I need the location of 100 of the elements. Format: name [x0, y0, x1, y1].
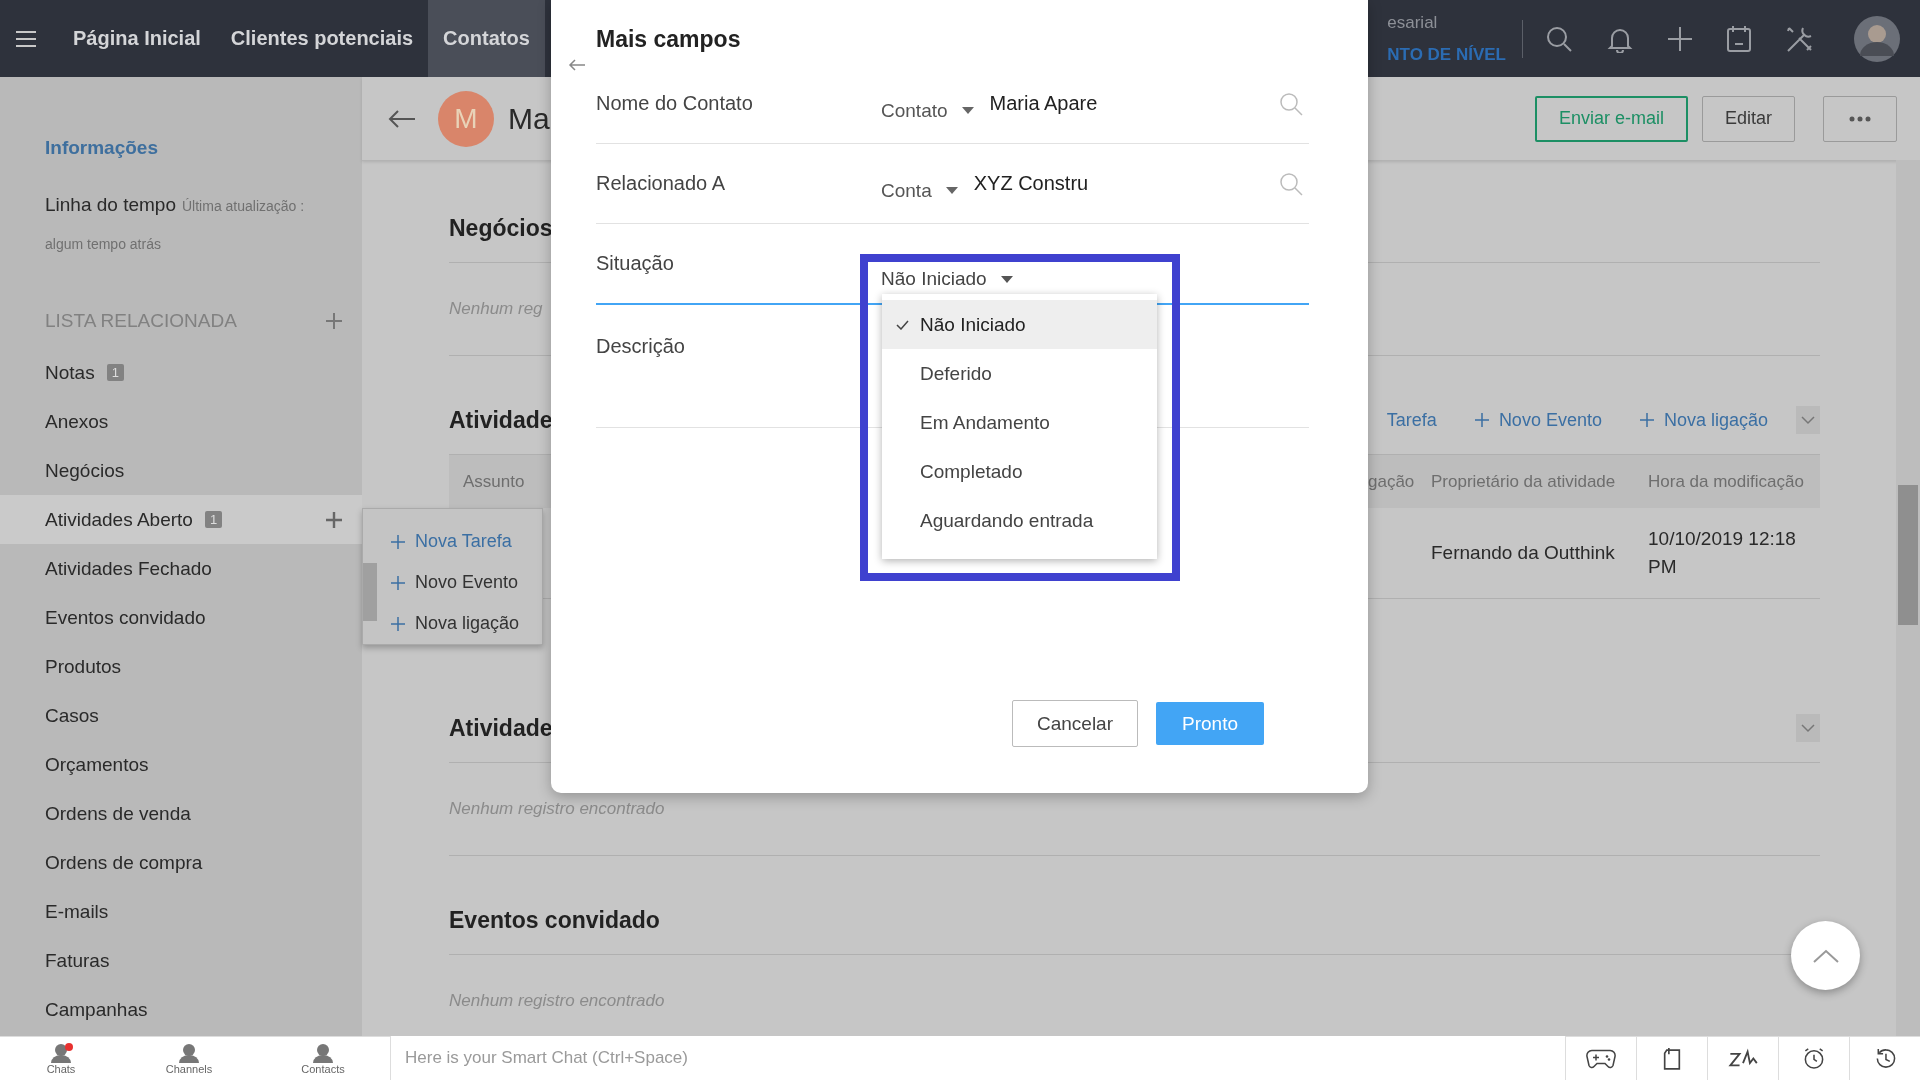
plus-icon	[391, 534, 405, 549]
timeline-time: algum tempo atrás	[44, 236, 162, 252]
lookup-field[interactable]: Maria Apare	[989, 92, 1098, 115]
nav-tab[interactable]: Clientes potenciais	[215, 0, 429, 77]
lookup-field[interactable]: XYZ Constru	[973, 172, 1089, 195]
caret-icon	[961, 107, 974, 114]
column-header: gação	[1368, 471, 1415, 492]
sidebar-item[interactable]: Faturas	[0, 936, 362, 985]
column-header: Hora da modificação	[1648, 471, 1804, 492]
menu-icon[interactable]	[16, 30, 36, 47]
column-header: Assunto	[463, 471, 525, 492]
table-cell-text: 10/10/2019 12:18 PM	[1648, 527, 1797, 579]
plus-icon[interactable]	[326, 511, 342, 528]
section-title: Atividade	[449, 406, 553, 434]
more-icon	[1849, 115, 1871, 122]
scrollbar-thumb[interactable]	[1898, 485, 1918, 625]
chat-tab[interactable]: Channels	[122, 1036, 256, 1080]
plus-icon	[1474, 413, 1489, 427]
caret-icon	[945, 187, 958, 194]
item-label: Eventos convidado	[45, 606, 206, 629]
user-avatar[interactable]	[1854, 15, 1900, 62]
contact-name: Ma	[508, 101, 550, 136]
field-label: Nome do Contato	[596, 92, 754, 115]
sidebar-item[interactable]: Anexos	[0, 397, 362, 446]
nav-tab[interactable]: Página Inicial	[58, 0, 216, 77]
section-title: Atividade	[449, 714, 553, 742]
empty-message: Nenhum reg	[449, 299, 543, 319]
sidebar-item[interactable]: Eventos convidado	[0, 593, 362, 642]
sidebar-item[interactable]: Atividades Fechado	[0, 544, 362, 593]
item-label: Atividades Fechado	[45, 557, 212, 580]
section-heading: LISTA RELACIONADA	[45, 310, 237, 332]
caret-icon	[1000, 275, 1013, 283]
field-label: Descrição	[596, 335, 686, 358]
modal-title: Mais campos	[596, 26, 742, 54]
dialog-button[interactable]: Cancelar	[1011, 700, 1138, 747]
person-icon	[311, 1042, 335, 1063]
contact-avatar: M	[438, 90, 494, 147]
item-label: Notas	[45, 361, 95, 384]
sidebar-item[interactable]: Atividades Aberto 1	[0, 495, 362, 544]
item-label: Anexos	[45, 410, 109, 433]
chevron-up-icon	[1811, 947, 1840, 964]
plus-icon	[391, 616, 405, 631]
sidebar-item[interactable]: Notas 1	[0, 348, 362, 397]
org-subtitle: NTO DE NÍVEL	[1387, 44, 1506, 65]
org-name: esarial	[1387, 12, 1439, 33]
sidebar-item[interactable]: Produtos	[0, 642, 362, 691]
chat-tab[interactable]: Contacts	[256, 1036, 390, 1080]
status-select[interactable]: Não Iniciado	[881, 268, 1013, 290]
item-label: Ordens de compra	[45, 851, 203, 874]
item-label: Produtos	[45, 655, 122, 678]
field-label: Relacionado A	[596, 172, 726, 195]
calendar-icon[interactable]	[1726, 24, 1752, 53]
module-select[interactable]: Conta	[881, 179, 958, 202]
item-label: Faturas	[45, 949, 110, 972]
item-label: Campanhas	[45, 998, 148, 1021]
item-label: Atividades Aberto	[45, 508, 193, 531]
sidebar-item[interactable]: Ordens de venda	[0, 789, 362, 838]
chat-tab[interactable]: Chats	[0, 1036, 122, 1080]
person-icon	[177, 1042, 201, 1063]
item-label: Orçamentos	[45, 753, 149, 776]
back-arrow-icon[interactable]	[388, 108, 416, 129]
sidebar-item[interactable]: Orçamentos	[0, 740, 362, 789]
item-label: Negócios	[45, 459, 125, 482]
plus-icon[interactable]	[1667, 25, 1693, 52]
count-badge: 1	[106, 364, 124, 381]
sidebar-item[interactable]: Campanhas	[0, 985, 362, 1034]
column-header: Proprietário da atividade	[1431, 471, 1616, 492]
search-icon[interactable]	[1545, 24, 1573, 53]
empty-message: Nenhum registro encontrado	[449, 799, 665, 819]
section-title: Negócios	[449, 214, 553, 242]
field-label: Situação	[596, 252, 675, 275]
count-badge: 1	[204, 511, 223, 528]
menu-item[interactable]: Novo Evento	[363, 562, 542, 603]
table-cell-text: Fernando da Outthink	[1431, 541, 1616, 565]
section-title: Eventos convidado	[449, 906, 660, 934]
item-label: Ordens de venda	[45, 802, 191, 825]
sidebar-item[interactable]: Casos	[0, 691, 362, 740]
dropdown-option[interactable]: Não Iniciado	[882, 300, 1157, 349]
back-arrow-icon[interactable]	[568, 58, 586, 72]
header-button[interactable]: Editar	[1701, 95, 1795, 142]
module-select[interactable]: Contato	[881, 99, 974, 122]
person-icon	[49, 1042, 73, 1063]
dropdown-option[interactable]: Completado	[882, 447, 1157, 496]
smart-chat-field[interactable]: Here is your Smart Chat (Ctrl+Space)	[390, 1036, 1565, 1080]
plus-icon	[391, 575, 405, 590]
check-icon	[896, 320, 909, 330]
item-label: Casos	[45, 704, 99, 727]
timeline-link[interactable]: Linha do tempo	[45, 194, 176, 216]
empty-message: Nenhum registro encontrado	[449, 991, 665, 1011]
nav-tab[interactable]: Contatos	[428, 0, 545, 77]
menu-item[interactable]: Nova ligação	[363, 603, 542, 644]
sidebar-item[interactable]: Ordens de compra	[0, 838, 362, 887]
plus-icon	[1639, 413, 1654, 427]
dropdown-option[interactable]: Deferido	[882, 349, 1157, 398]
sidebar-item[interactable]: E-mails	[0, 887, 362, 936]
dropdown-option[interactable]: Em Andamento	[882, 398, 1157, 447]
item-label: E-mails	[45, 900, 109, 923]
dropdown-option[interactable]: Aguardando entrada	[882, 496, 1157, 545]
timeline-meta: Última atualização :	[182, 198, 305, 214]
sidebar-item[interactable]: Negócios	[0, 446, 362, 495]
